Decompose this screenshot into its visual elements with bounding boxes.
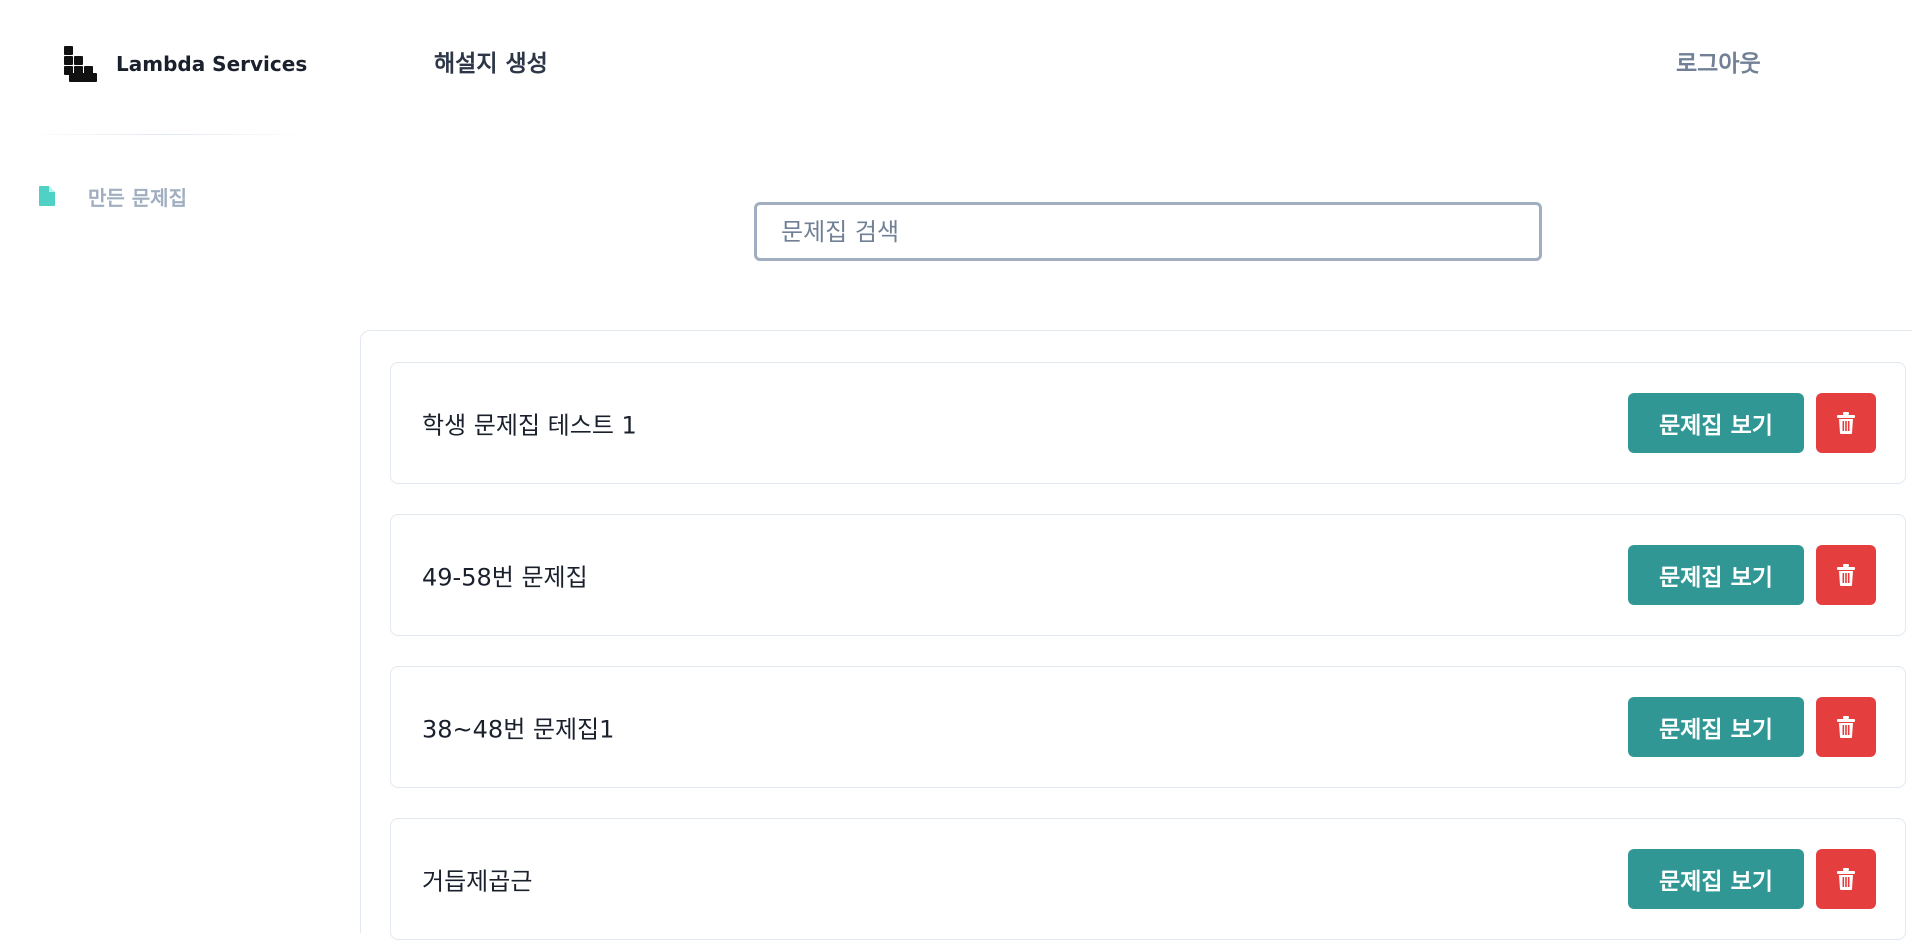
logout-button[interactable]: 로그아웃 — [1676, 44, 1761, 78]
workbook-title: 49-58번 문제집 — [422, 563, 588, 592]
workbook-card: 학생 문제집 테스트 1 문제집 보기 — [390, 362, 1906, 484]
view-workbook-button[interactable]: 문제집 보기 — [1628, 393, 1804, 453]
sidebar-item-my-workbooks[interactable]: 만든 문제집 — [34, 176, 187, 216]
workbook-title: 38~48번 문제집1 — [422, 715, 615, 744]
view-workbook-button[interactable]: 문제집 보기 — [1628, 545, 1804, 605]
delete-workbook-button[interactable] — [1816, 697, 1876, 757]
workbook-card: 38~48번 문제집1 문제집 보기 — [390, 666, 1906, 788]
delete-workbook-button[interactable] — [1816, 393, 1876, 453]
trash-icon — [1837, 564, 1855, 586]
trash-icon — [1837, 412, 1855, 434]
workbook-card: 거듭제곱근 문제집 보기 — [390, 818, 1906, 940]
document-icon — [34, 183, 60, 209]
delete-workbook-button[interactable] — [1816, 545, 1876, 605]
sidebar-item-label: 만든 문제집 — [88, 185, 187, 210]
lambda-logo-icon — [64, 46, 98, 82]
view-workbook-button[interactable]: 문제집 보기 — [1628, 849, 1804, 909]
delete-workbook-button[interactable] — [1816, 849, 1876, 909]
workbook-card: 49-58번 문제집 문제집 보기 — [390, 514, 1906, 636]
view-workbook-button[interactable]: 문제집 보기 — [1628, 697, 1804, 757]
page-title[interactable]: 해설지 생성 — [434, 44, 548, 78]
sidebar-divider — [24, 134, 308, 135]
workbook-title: 학생 문제집 테스트 1 — [422, 411, 637, 440]
sidebar: Lambda Services 만든 문제집 — [0, 0, 332, 933]
brand-name: Lambda Services — [116, 52, 308, 76]
search-input[interactable] — [754, 202, 1542, 261]
trash-icon — [1837, 716, 1855, 738]
workbook-title: 거듭제곱근 — [422, 867, 533, 896]
brand-logo[interactable]: Lambda Services — [64, 46, 307, 82]
trash-icon — [1837, 868, 1855, 890]
